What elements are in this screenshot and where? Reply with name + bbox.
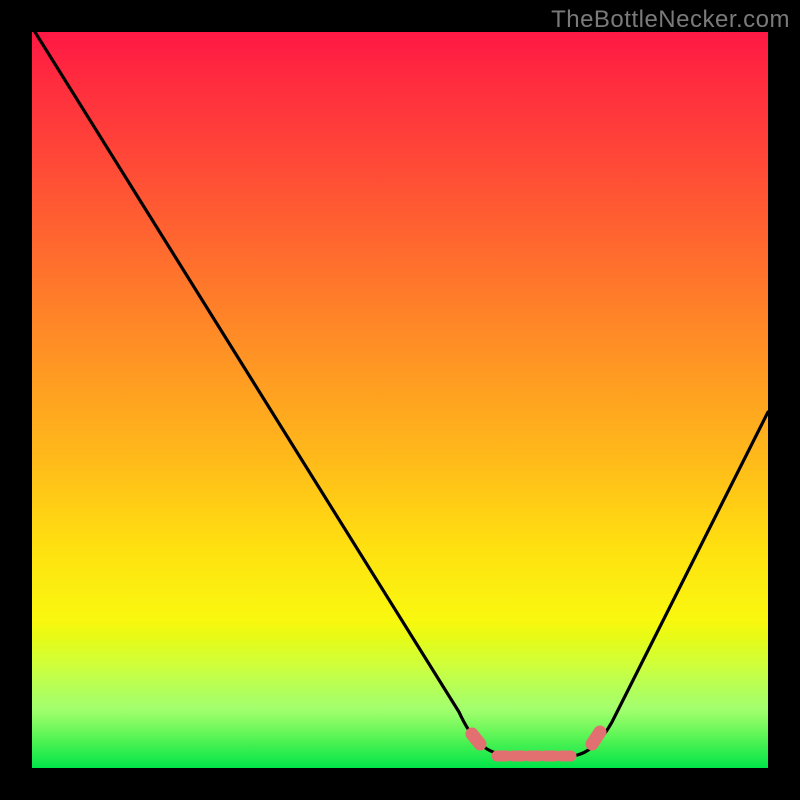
bottleneck-curve [32,32,768,768]
highlight-right-dot [592,732,600,744]
highlight-left-dot [472,734,480,744]
watermark: TheBottleNecker.com [551,6,790,34]
chart-container: TheBottleNecker.com [0,0,800,800]
curve-path [35,32,768,756]
plot-area [32,32,768,768]
